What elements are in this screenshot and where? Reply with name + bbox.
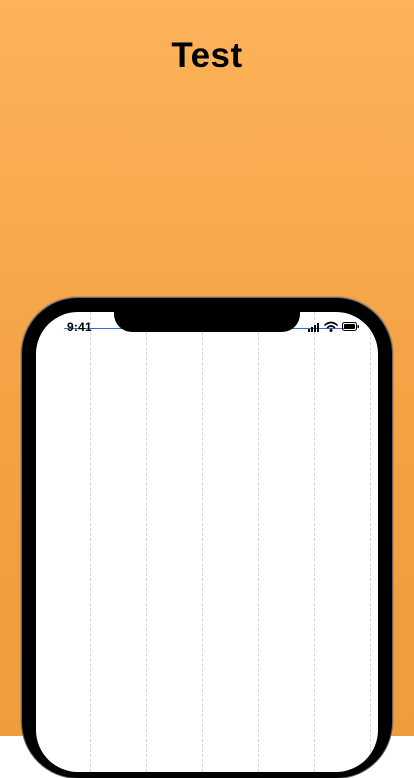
layout-grid-line [202, 312, 203, 772]
layout-grid-line [146, 312, 147, 772]
battery-icon [342, 322, 359, 331]
layout-grid-line [258, 312, 259, 772]
layout-grid-line [90, 312, 91, 772]
status-bar-icons [308, 320, 360, 332]
signal-bars-icon [308, 323, 319, 332]
page-title: Test [171, 36, 243, 75]
layout-grid-line [314, 312, 315, 772]
phone-screen [36, 312, 378, 772]
wifi-icon [324, 321, 338, 332]
layout-grid-line [370, 312, 371, 772]
status-bar-time: 9:41 [67, 320, 92, 334]
phone-notch [114, 298, 300, 332]
